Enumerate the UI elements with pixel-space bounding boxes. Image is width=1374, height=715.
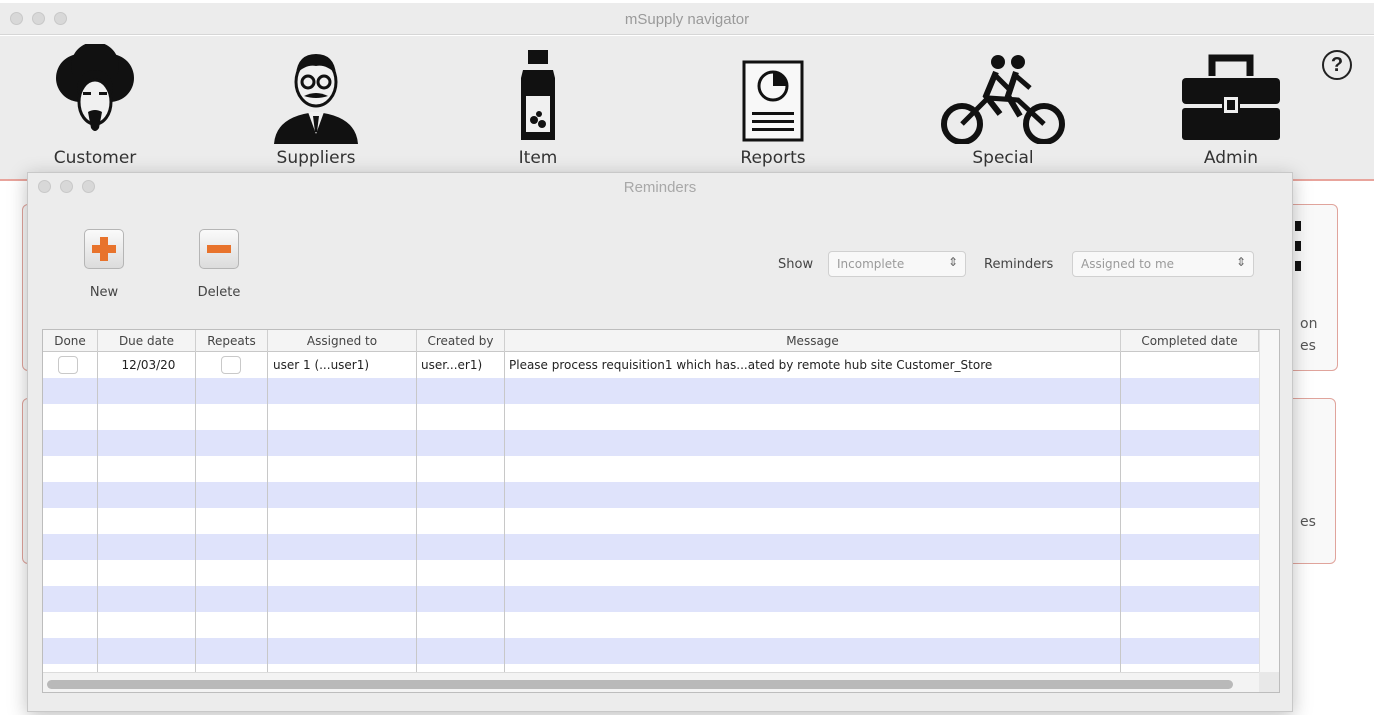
item-label: Item [518,148,558,168]
reminders-filter-value: Assigned to me [1081,257,1175,271]
scrollbar-corner [1259,672,1279,692]
help-icon[interactable]: ? [1322,50,1352,80]
background-text-3: es [1300,514,1316,530]
table-row-empty [43,456,1259,482]
new-button-frame [84,229,124,269]
show-select[interactable]: Incomplete ⇕ [828,251,966,277]
suppliers-button[interactable]: Suppliers [226,36,406,176]
column-divider [416,352,417,672]
admin-button[interactable]: Admin [1141,36,1321,176]
table-row-empty [43,404,1259,430]
completed-date-cell [1121,352,1259,378]
show-label: Show [778,257,814,272]
reminders-window: Reminders New Delete Show Incomplete ⇕ R… [27,172,1293,712]
created-by-cell: user...er1) [421,358,483,372]
column-header-repeats[interactable]: Repeats [196,330,268,352]
assigned-to-cell: user 1 (...user1) [273,358,370,372]
vertical-scrollbar[interactable] [1259,330,1279,672]
message-cell: Please process requisition1 which has...… [509,358,993,372]
column-header-message[interactable]: Message [505,330,1121,352]
background-dots [1295,221,1301,281]
delete-button-frame [199,229,239,269]
navigator-toolbar: Customer Suppliers Item Reports Special … [0,36,1374,181]
table-row-empty [43,508,1259,534]
reports-label: Reports [740,148,806,168]
admin-icon [1182,54,1280,140]
select-stepper-icon: ⇕ [947,255,958,269]
navigator-title: mSupply navigator [624,11,750,28]
column-header-done[interactable]: Done [43,330,98,352]
due-date-cell: 12/03/20 [121,358,176,372]
customer-label: Customer [53,148,137,168]
column-divider [504,352,505,672]
column-divider [267,352,268,672]
new-button[interactable]: New [69,229,139,309]
column-divider [97,352,98,672]
column-header-assigned-to[interactable]: Assigned to [268,330,417,352]
repeats-checkbox[interactable] [221,356,241,374]
reports-icon [742,60,804,142]
reminders-title: Reminders [623,179,697,196]
reminders-filter-label: Reminders [984,257,1054,272]
table-row-empty [43,664,1259,672]
minus-icon [207,245,231,253]
item-button[interactable]: Item [448,36,628,176]
table-row-empty [43,482,1259,508]
table-header: Done Due date Repeats Assigned to Create… [43,330,1259,352]
suppliers-label: Suppliers [276,148,356,168]
reports-button[interactable]: Reports [683,36,863,176]
reminders-filter-select[interactable]: Assigned to me ⇕ [1072,251,1254,277]
table-row-empty [43,534,1259,560]
select-stepper-icon: ⇕ [1235,255,1246,269]
show-select-value: Incomplete [837,257,905,271]
table-row-empty [43,560,1259,586]
table-row-empty [43,378,1259,404]
column-header-created-by[interactable]: Created by [417,330,505,352]
delete-label: Delete [197,285,241,300]
reminders-table[interactable]: 12/03/20 user 1 (...user1) user...er1) P… [42,329,1280,693]
special-label: Special [972,148,1034,168]
special-button[interactable]: Special [913,36,1093,176]
column-divider [1120,352,1121,672]
column-header-due-date[interactable]: Due date [98,330,196,352]
item-icon [521,50,555,140]
table-row-empty [43,586,1259,612]
delete-button[interactable]: Delete [184,229,254,309]
background-text-1: on [1300,316,1318,332]
special-icon [941,55,1065,144]
admin-label: Admin [1203,148,1259,168]
done-checkbox[interactable] [58,356,78,374]
customer-icon [56,44,134,131]
table-row-empty [43,612,1259,638]
background-text-2: es [1300,338,1316,354]
column-header-completed-date[interactable]: Completed date [1121,330,1259,352]
customer-button[interactable]: Customer [5,36,185,176]
table-row-empty [43,638,1259,664]
new-label: New [89,285,119,300]
reminders-titlebar: Reminders [28,173,1292,201]
navigator-titlebar: mSupply navigator [0,3,1374,35]
horizontal-scrollbar[interactable] [43,672,1259,692]
plus-icon [92,237,116,261]
table-row[interactable]: 12/03/20 user 1 (...user1) user...er1) P… [43,352,1259,378]
column-divider [195,352,196,672]
suppliers-icon [274,54,358,144]
horizontal-scroll-thumb[interactable] [47,680,1233,689]
table-row-empty [43,430,1259,456]
